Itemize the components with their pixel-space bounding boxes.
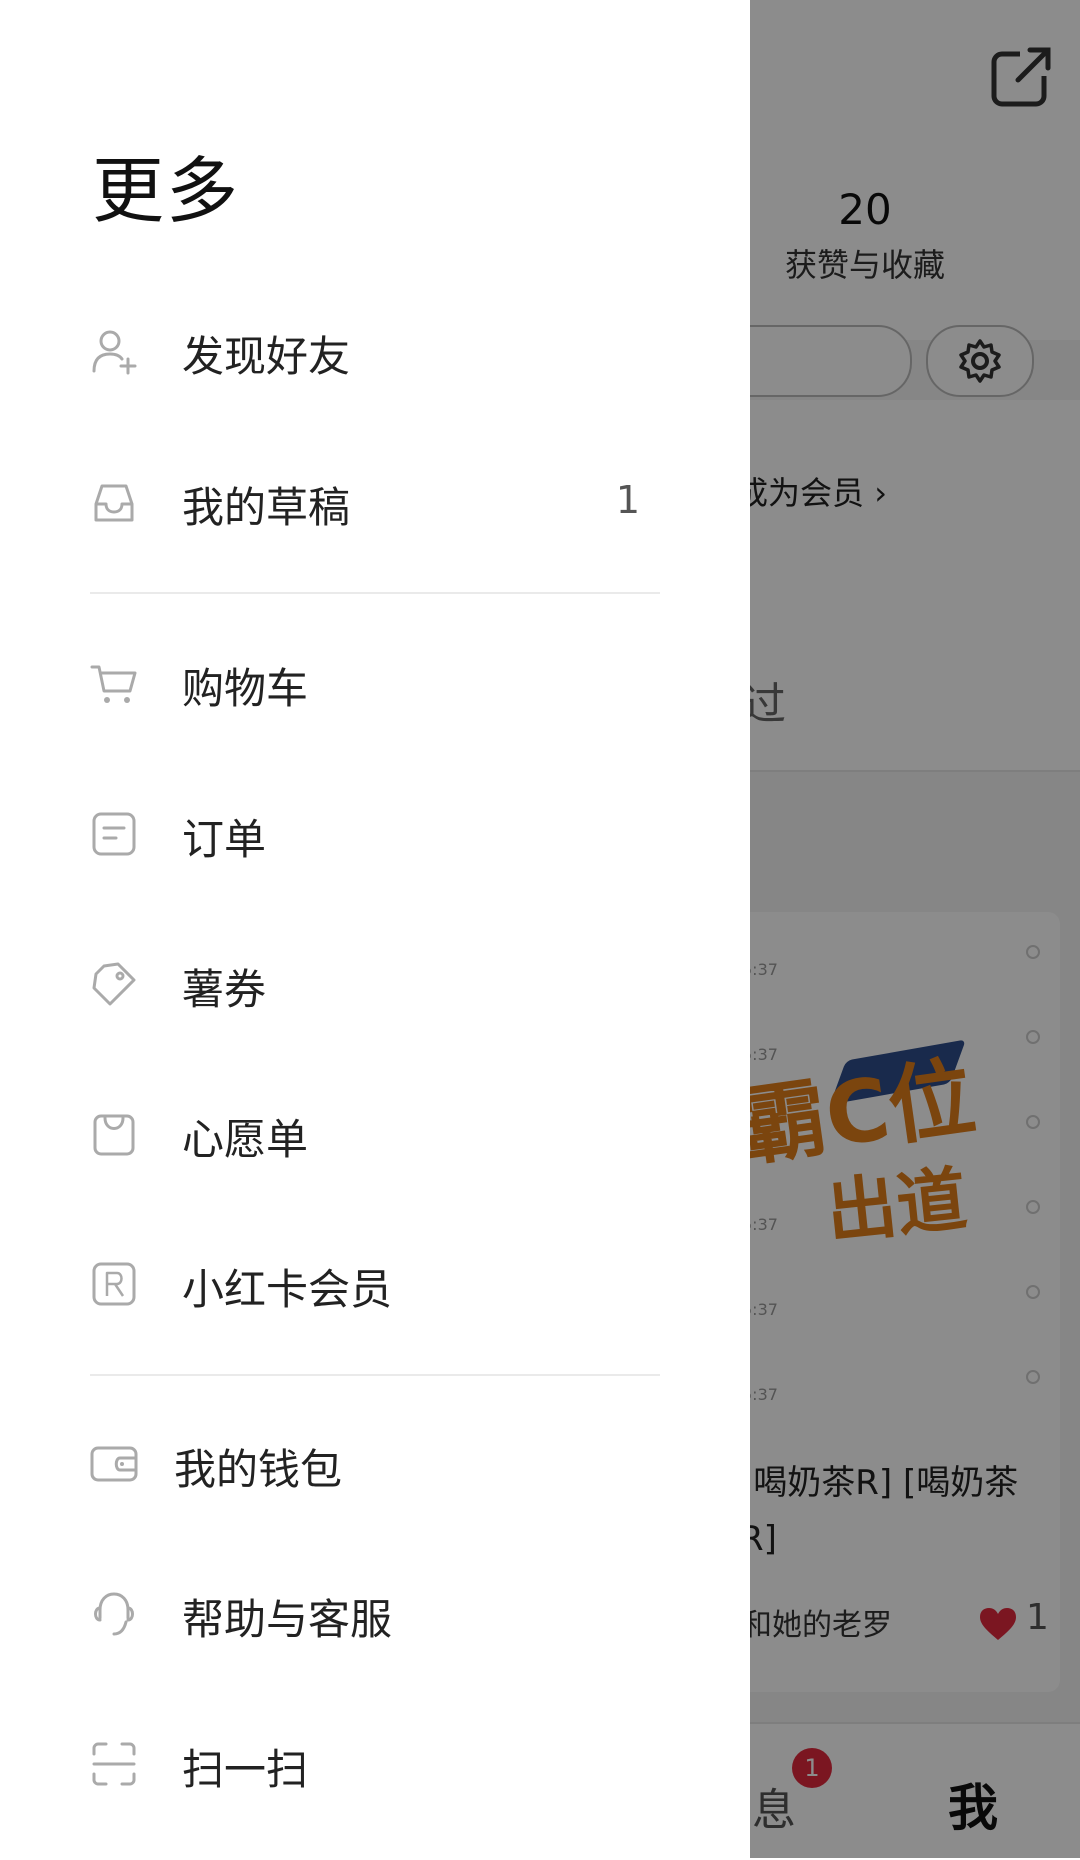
red-card-icon <box>92 1262 136 1306</box>
order-icon <box>92 812 136 856</box>
drafts-inbox-icon <box>94 484 134 522</box>
menu-item-label: 购物车 <box>182 664 309 713</box>
menu-item-label: 心愿单 <box>182 1115 309 1164</box>
menu-item-label: 我的草稿 <box>182 483 351 532</box>
menu-item-label: 扫一扫 <box>182 1745 309 1794</box>
wishlist-bag-icon <box>93 1114 135 1156</box>
divider <box>90 592 660 594</box>
more-drawer: 更多 发现好友 我的草稿 1 购物车 订单 薯券 心愿单 小红卡会员 我的钱包 … <box>0 0 750 1858</box>
menu-item-drafts[interactable]: 我的草稿 1 <box>90 452 660 552</box>
shopping-cart-icon <box>90 665 137 703</box>
menu-item-orders[interactable]: 订单 <box>90 784 660 884</box>
menu-item-find-friends[interactable]: 发现好友 <box>90 301 660 401</box>
menu-item-label: 我的钱包 <box>174 1445 343 1494</box>
headset-icon <box>94 1592 134 1636</box>
wallet-icon <box>90 1446 138 1482</box>
menu-item-label: 帮助与客服 <box>182 1595 393 1644</box>
divider <box>90 1374 660 1376</box>
menu-item-cart[interactable]: 购物车 <box>90 633 660 733</box>
menu-item-label: 小红卡会员 <box>182 1265 393 1314</box>
menu-item-label: 薯券 <box>182 965 267 1014</box>
menu-item-help[interactable]: 帮助与客服 <box>90 1564 660 1664</box>
add-user-icon <box>92 330 137 375</box>
menu-item-coupons[interactable]: 薯券 <box>90 934 660 1034</box>
scan-icon <box>92 1742 136 1786</box>
menu-item-label: 发现好友 <box>182 332 351 381</box>
menu-item-wishlist[interactable]: 心愿单 <box>90 1084 660 1184</box>
menu-item-wallet[interactable]: 我的钱包 <box>90 1414 660 1514</box>
menu-item-red-card[interactable]: 小红卡会员 <box>90 1234 660 1334</box>
drafts-count: 1 <box>615 478 640 522</box>
menu-item-scan[interactable]: 扫一扫 <box>90 1714 660 1814</box>
coupon-tag-icon <box>92 962 136 1006</box>
drawer-title: 更多 <box>92 149 241 233</box>
menu-item-label: 订单 <box>182 815 267 864</box>
